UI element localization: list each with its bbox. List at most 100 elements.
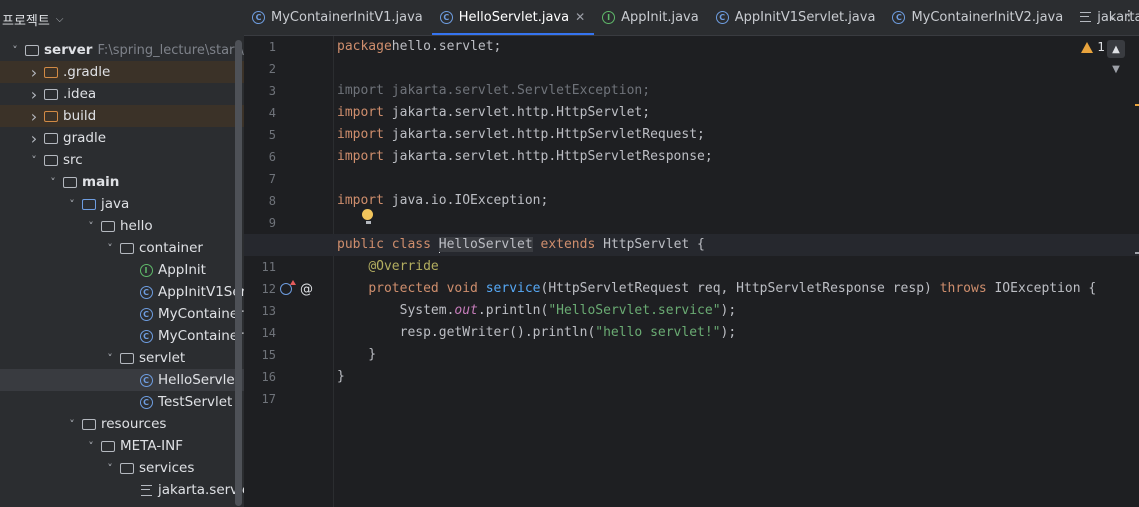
code-token: System. (337, 303, 455, 318)
line-number[interactable]: 7 (244, 168, 276, 190)
code-line[interactable]: } (337, 366, 345, 388)
tree-item[interactable]: ˅ servlet (0, 347, 244, 369)
line-number[interactable]: 15 (244, 344, 276, 366)
code-token: import (337, 127, 384, 142)
chevron-down-icon[interactable]: ˅ (46, 176, 60, 189)
tree-item[interactable]: ›CHelloServlet (0, 369, 244, 391)
tree-item[interactable]: › .idea (0, 83, 244, 105)
line-number[interactable]: 2 (244, 58, 276, 80)
chevron-down-icon[interactable]: ˅ (65, 198, 79, 211)
tree-item[interactable]: › gradle (0, 127, 244, 149)
tree-item-label: server (44, 42, 93, 58)
code-line[interactable]: } (337, 344, 376, 366)
tree-item[interactable]: ˅ hello (0, 215, 244, 237)
close-tab-icon[interactable]: ✕ (575, 10, 585, 24)
chevron-down-icon[interactable]: ˅ (84, 220, 98, 233)
line-number[interactable]: 12 (244, 278, 276, 300)
editor-tab[interactable]: C MyContainerInitV2.java (884, 0, 1072, 35)
scrollbar-warning-marker[interactable] (1135, 104, 1139, 106)
tree-item-label: META-INF (120, 438, 184, 454)
tree-item[interactable]: ˅ main (0, 171, 244, 193)
code-line[interactable]: resp.getWriter().println("hello servlet!… (337, 322, 737, 344)
line-number[interactable]: 5 (244, 124, 276, 146)
code-line[interactable]: import jakarta.servlet.http.HttpServletR… (337, 146, 713, 168)
tree-item[interactable]: ›CMyContainerInitV1 (0, 303, 244, 325)
tree-item[interactable]: ˅ src (0, 149, 244, 171)
code-line[interactable]: import jakarta.servlet.ServletException; (337, 80, 650, 102)
tree-item[interactable]: › .gradle (0, 61, 244, 83)
line-number[interactable]: 11 (244, 256, 276, 278)
chevron-down-icon[interactable]: ˅ (103, 352, 117, 365)
line-number[interactable]: 17 (244, 388, 276, 410)
tree-item[interactable]: ˅ services (0, 457, 244, 479)
line-number[interactable]: 9 (244, 212, 276, 234)
chevron-right-icon[interactable]: › (27, 85, 41, 104)
package-icon (119, 241, 135, 255)
code-line[interactable]: import jakarta.servlet.http.HttpServletR… (337, 124, 705, 146)
tree-item-label: .gradle (63, 64, 111, 80)
override-method-icon[interactable] (280, 280, 296, 295)
code-line[interactable]: protected void service(HttpServletReques… (337, 278, 1096, 300)
chevron-down-icon[interactable]: ⌄ (1108, 10, 1117, 23)
tab-label: HelloServlet.java (458, 9, 570, 25)
code-line[interactable]: @Override (337, 256, 438, 278)
code-line[interactable]: import jakarta.servlet.http.HttpServlet; (337, 102, 650, 124)
line-number[interactable]: 3 (244, 80, 276, 102)
code-line[interactable]: public class HelloServlet extends HttpSe… (337, 234, 705, 256)
code-line[interactable]: packagehello.servlet; (337, 36, 501, 58)
previous-highlight-button[interactable]: ▲ (1107, 40, 1125, 58)
scrollbar-caret-marker (1135, 252, 1139, 254)
line-number[interactable]: 13 (244, 300, 276, 322)
annotation-icon[interactable]: @ (300, 282, 313, 297)
warnings-indicator[interactable]: 1 (1081, 40, 1105, 54)
tree-item[interactable]: ˅ container (0, 237, 244, 259)
class-icon: C (892, 10, 906, 24)
line-number[interactable]: 14 (244, 322, 276, 344)
line-number[interactable]: 6 (244, 146, 276, 168)
tree-item[interactable]: ˅ resources (0, 413, 244, 435)
chevron-right-icon[interactable]: › (27, 63, 41, 82)
more-options-icon[interactable]: ⋮ (1122, 8, 1136, 24)
chevron-down-icon[interactable]: ˅ (8, 44, 22, 57)
chevron-down-icon[interactable]: ˅ (103, 242, 117, 255)
folder-icon (119, 461, 135, 475)
tree-item[interactable]: ›CMyContainerInitV2 (0, 325, 244, 347)
chevron-down-icon[interactable]: ˅ (27, 154, 41, 167)
editor-tab[interactable]: I AppInit.java (594, 0, 708, 35)
interface-icon: I (602, 10, 616, 24)
chevron-right-icon[interactable]: › (27, 107, 41, 126)
line-number[interactable]: 1 (244, 36, 276, 58)
project-panel-scrollbar[interactable] (235, 40, 242, 506)
tree-item[interactable]: ˅ serverF:\spring_lecture\start\server (0, 39, 244, 61)
chevron-down-icon[interactable]: ˅ (65, 418, 79, 431)
tree-item[interactable]: ›jakarta.servlet.ServletContainerInitial… (0, 479, 244, 501)
editor-tab[interactable]: C MyContainerInitV1.java (244, 0, 432, 35)
chevron-right-icon[interactable]: › (27, 129, 41, 148)
next-highlight-button[interactable]: ▼ (1107, 60, 1125, 78)
tree-item[interactable]: ›IAppInit (0, 259, 244, 281)
method-gutter-icons: @ (280, 279, 314, 299)
code-token: protected void (368, 281, 486, 296)
editor-tab[interactable]: C AppInitV1Servlet.java (708, 0, 885, 35)
lightbulb-icon[interactable] (362, 209, 374, 225)
tree-item[interactable]: ˅ java (0, 193, 244, 215)
code-editor[interactable]: 1234567891011121314151617 packagehello.s… (244, 36, 1139, 507)
chevron-down-icon[interactable]: ˅ (84, 440, 98, 453)
file-icon (138, 483, 154, 497)
editor-tab[interactable]: C HelloServlet.java ✕ (431, 0, 595, 35)
line-number[interactable]: 16 (244, 366, 276, 388)
tree-item[interactable]: ˅ META-INF (0, 435, 244, 457)
project-panel-header[interactable]: 프로젝트 ⌵ (0, 0, 244, 38)
code-line[interactable]: System.out.println("HelloServlet.service… (337, 300, 737, 322)
tree-item-label: main (82, 174, 120, 190)
chevron-down-icon[interactable]: ˅ (103, 462, 117, 475)
tree-item[interactable]: ›CTestServlet (0, 391, 244, 413)
line-number[interactable]: 4 (244, 102, 276, 124)
tree-item[interactable]: › build (0, 105, 244, 127)
chevron-down-icon[interactable]: ⌵ (56, 14, 64, 25)
line-number[interactable]: 8 (244, 190, 276, 212)
tree-item[interactable]: ›CAppInitV1Servlet (0, 281, 244, 303)
tree-item-label: .idea (63, 86, 97, 102)
